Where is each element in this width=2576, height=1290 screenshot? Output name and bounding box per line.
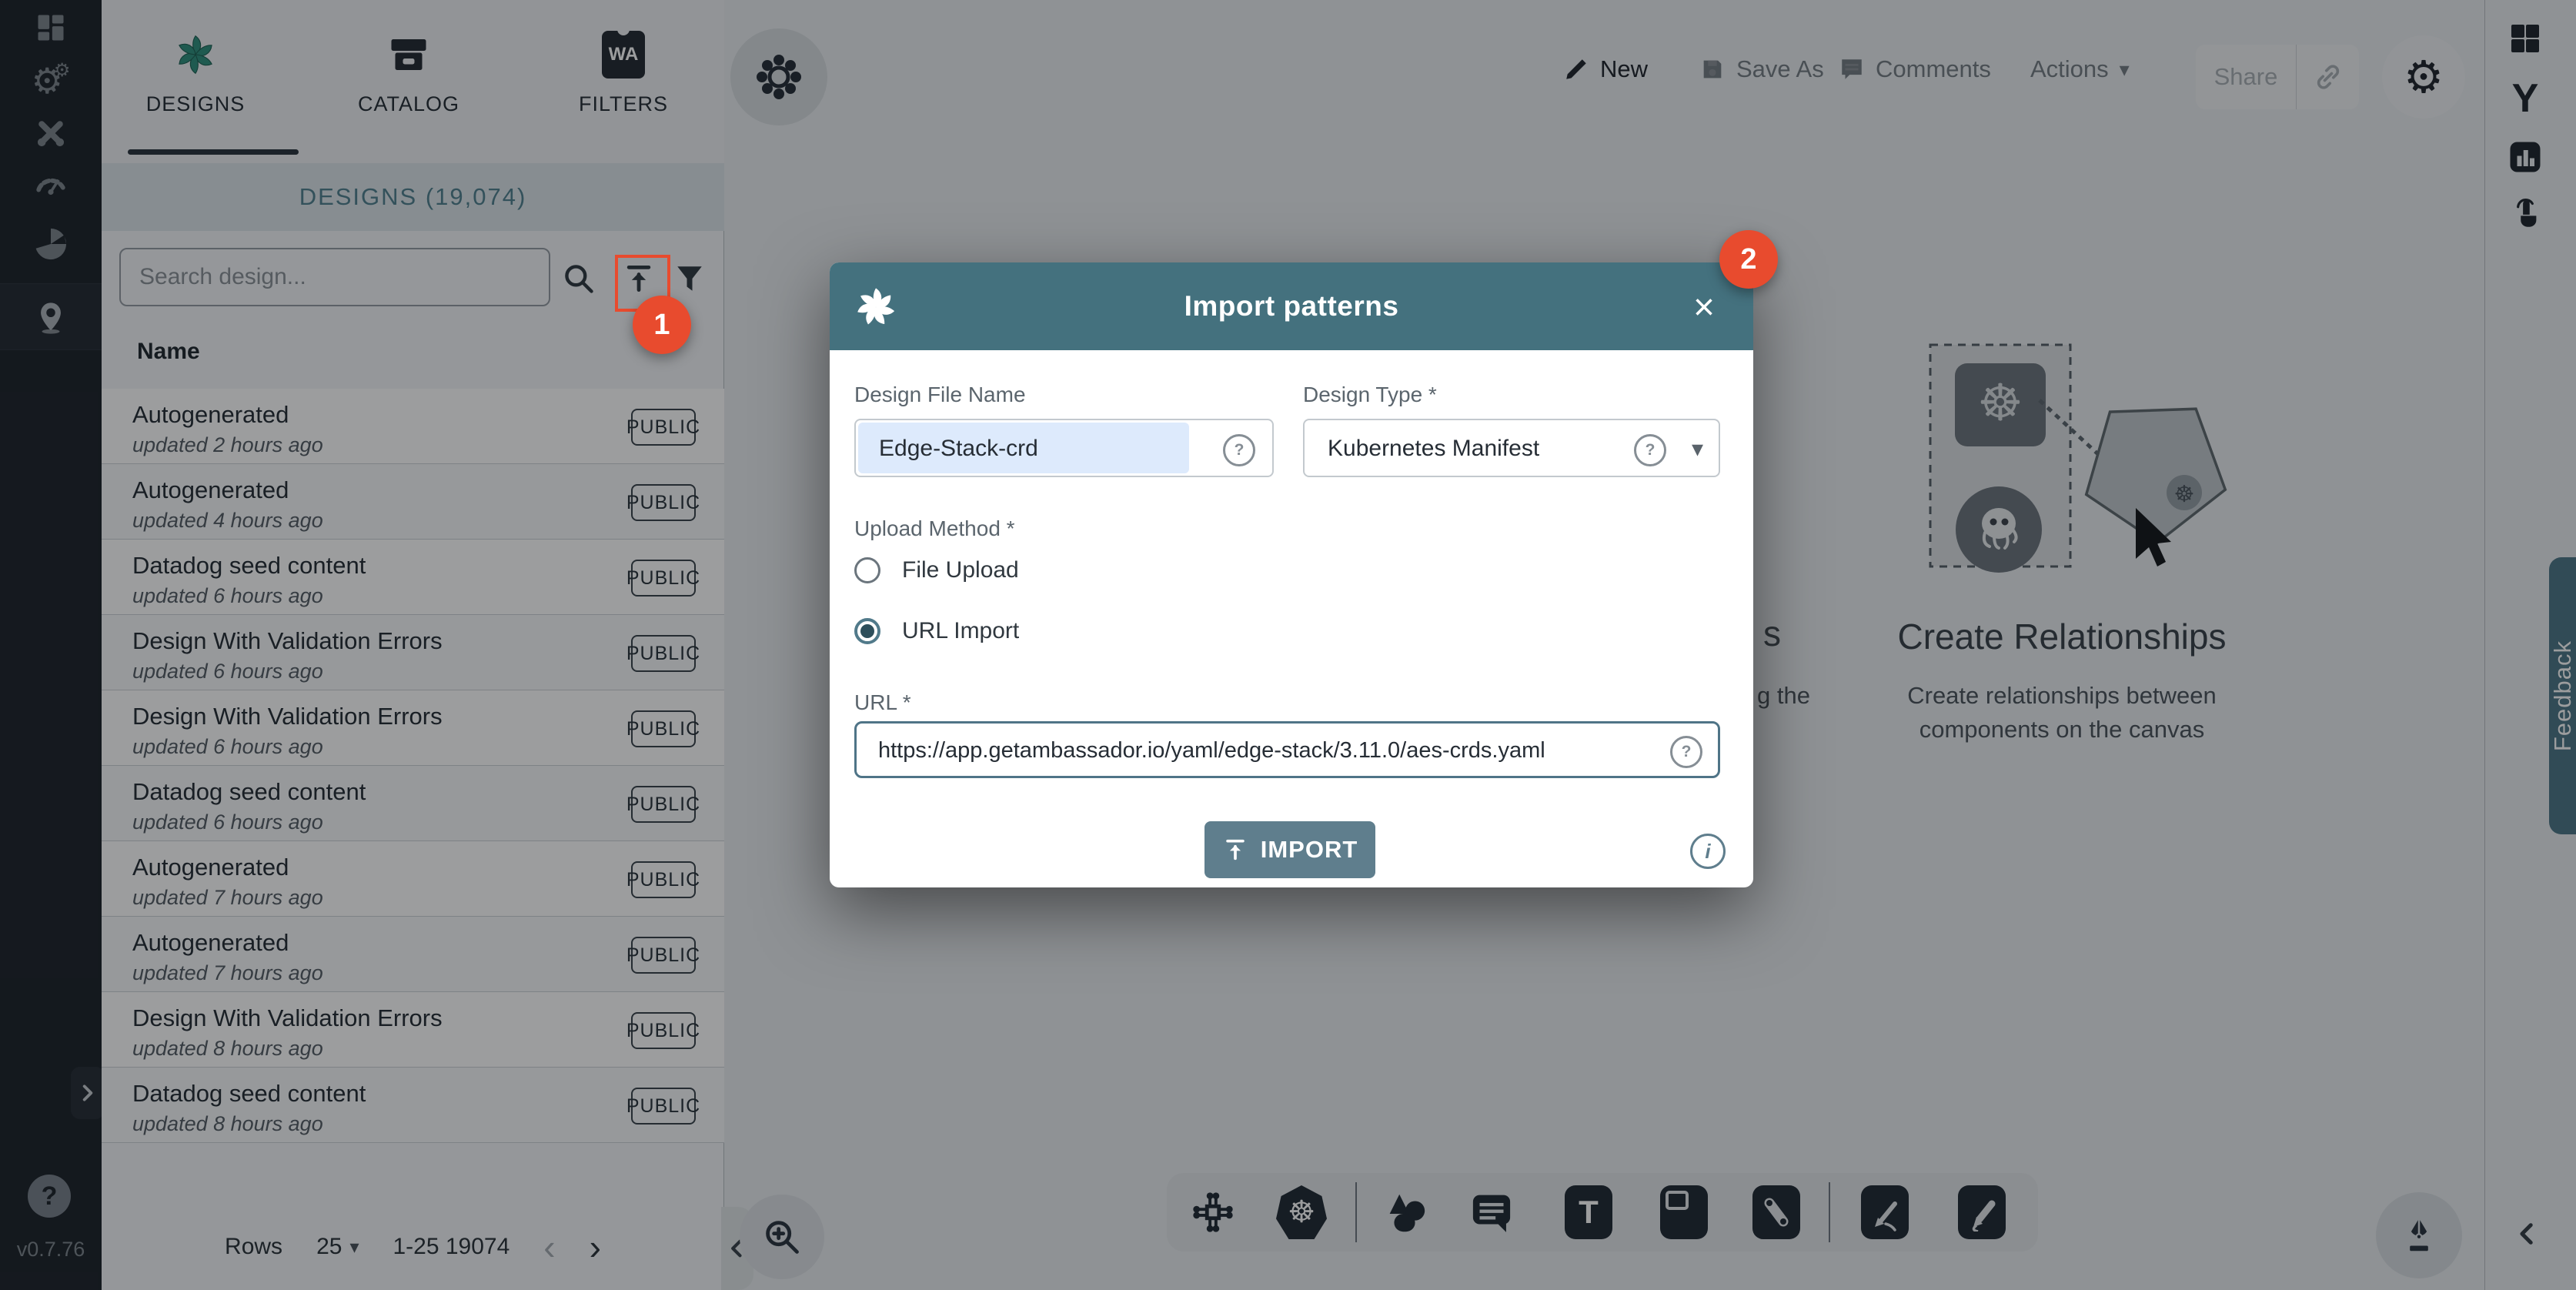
import-patterns-modal: Import patterns × Design File Name Edge-… [830, 262, 1753, 887]
design-file-name-value: Edge-Stack-crd [879, 436, 1038, 462]
design-type-select[interactable]: Kubernetes Manifest ? ▾ [1303, 419, 1720, 477]
info-icon[interactable]: i [1690, 834, 1726, 869]
radio-url-import[interactable]: URL Import [854, 614, 1019, 648]
design-file-name-help-icon[interactable]: ? [1223, 434, 1255, 466]
url-value: https://app.getambassador.io/yaml/edge-s… [878, 738, 1545, 764]
radio-unselected-icon [854, 557, 880, 583]
url-label: URL * [854, 690, 911, 715]
radio-file-upload[interactable]: File Upload [854, 553, 1019, 587]
modal-close-button[interactable]: × [1682, 286, 1726, 329]
caret-down-icon: ▾ [1692, 436, 1703, 463]
design-file-name-field[interactable]: Edge-Stack-crd ? [854, 419, 1274, 477]
upload-method-label: Upload Method * [854, 516, 1015, 541]
design-file-name-label: Design File Name [854, 383, 1026, 407]
step1-badge: 1 [633, 296, 691, 354]
design-type-help-icon[interactable]: ? [1634, 434, 1666, 466]
design-type-value: Kubernetes Manifest [1328, 436, 1539, 462]
import-button-label: IMPORT [1261, 836, 1358, 864]
design-type-label: Design Type * [1303, 383, 1437, 407]
close-icon: × [1693, 286, 1715, 329]
meshery-logo-icon [853, 284, 899, 330]
import-button[interactable]: IMPORT [1204, 821, 1375, 878]
radio-file-upload-label: File Upload [902, 557, 1019, 583]
upload-icon [1222, 837, 1248, 863]
url-field[interactable]: https://app.getambassador.io/yaml/edge-s… [854, 721, 1720, 778]
step2-badge: 2 [1719, 230, 1778, 289]
radio-selected-icon [854, 618, 880, 644]
modal-title: Import patterns [830, 262, 1753, 350]
radio-url-import-label: URL Import [902, 618, 1019, 644]
url-help-icon[interactable]: ? [1670, 736, 1702, 768]
